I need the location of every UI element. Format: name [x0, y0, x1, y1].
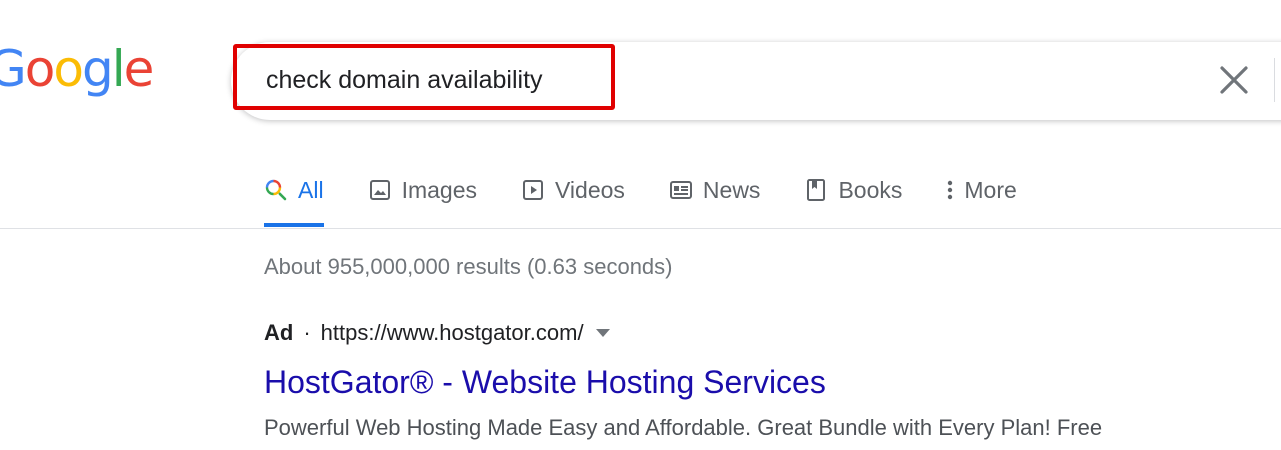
- result-stats: About 955,000,000 results (0.63 seconds): [264, 254, 673, 279]
- tab-books[interactable]: Books: [804, 170, 902, 210]
- logo-letter: o: [24, 40, 56, 98]
- logo-letter: o: [53, 40, 84, 98]
- news-icon: [669, 178, 693, 202]
- tab-label: News: [702, 176, 761, 203]
- logo-letter: l: [111, 40, 126, 98]
- caret-down-icon[interactable]: [595, 329, 610, 337]
- tab-images[interactable]: Images: [368, 170, 477, 210]
- logo-letter: g: [81, 40, 114, 98]
- tab-videos[interactable]: Videos: [521, 170, 625, 210]
- tab-label: More: [964, 176, 1017, 203]
- logo-letter: G: [0, 40, 27, 98]
- search-divider: [1274, 58, 1275, 102]
- tabs-divider: [0, 228, 1281, 229]
- ad-snippet: Powerful Web Hosting Made Easy and Affor…: [264, 415, 1103, 440]
- more-vertical-icon: [946, 178, 954, 202]
- search-input[interactable]: [266, 60, 966, 100]
- image-icon: [368, 178, 392, 202]
- tab-label: All: [298, 176, 324, 203]
- tab-label: Images: [401, 176, 477, 203]
- ad-url[interactable]: https://www.hostgator.com/: [321, 320, 584, 346]
- tab-label: Books: [838, 176, 903, 203]
- logo-letter: e: [123, 40, 155, 98]
- search-tabs: All Images Videos News Books More: [264, 170, 1061, 228]
- ad-label: Ad: [264, 320, 294, 345]
- tab-more[interactable]: More: [946, 170, 1017, 210]
- tab-all[interactable]: All: [264, 170, 324, 227]
- play-icon: [521, 178, 545, 202]
- book-icon: [804, 178, 828, 202]
- clear-search-button[interactable]: [1214, 60, 1254, 100]
- ad-separator: ·: [303, 320, 311, 345]
- tab-label: Videos: [555, 176, 625, 203]
- ad-line: Ad · https://www.hostgator.com/: [264, 320, 610, 346]
- ad-title-link[interactable]: HostGator® - Website Hosting Services: [264, 364, 826, 401]
- close-icon: [1220, 66, 1248, 94]
- search-icon: [264, 178, 288, 202]
- google-results-page: Google All: [0, 0, 1281, 450]
- google-logo[interactable]: Google: [0, 40, 155, 98]
- tab-news[interactable]: News: [669, 170, 761, 210]
